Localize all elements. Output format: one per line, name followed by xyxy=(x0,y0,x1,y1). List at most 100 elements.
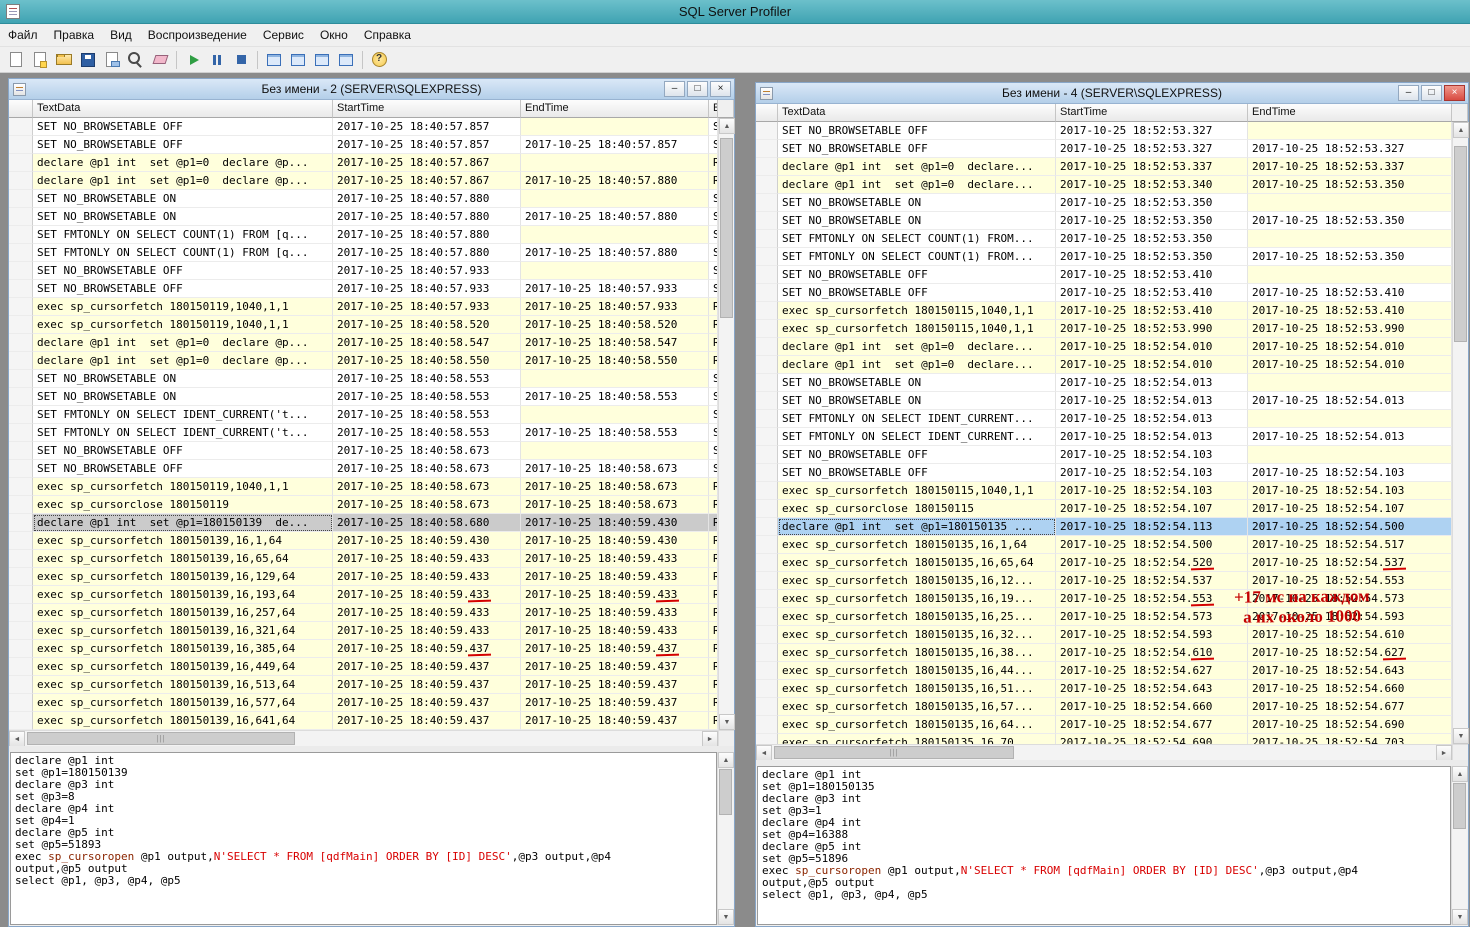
trace-row[interactable]: SET FMTONLY ON SELECT IDENT_CURRENT('t..… xyxy=(9,406,718,424)
trace-row[interactable]: SET NO_BROWSETABLE ON2017-10-25 18:52:53… xyxy=(756,212,1452,230)
trace-row[interactable]: SET NO_BROWSETABLE ON2017-10-25 18:40:57… xyxy=(9,190,718,208)
vertical-scrollbar[interactable]: ▲ ▼ xyxy=(1452,122,1468,744)
trace-row[interactable]: exec sp_cursorfetch 180150135,16,64...20… xyxy=(756,716,1452,734)
detail-scrollbar[interactable]: ▲ ▼ xyxy=(1451,766,1467,925)
trace-row[interactable]: declare @p1 int set @p1=0 declare @p...2… xyxy=(9,154,718,172)
trace-row[interactable]: exec sp_cursorfetch 180150139,16,193,642… xyxy=(9,586,718,604)
new-trace-icon[interactable] xyxy=(5,49,27,71)
trace-row[interactable]: SET NO_BROWSETABLE OFF2017-10-25 18:52:5… xyxy=(756,284,1452,302)
hscroll-track[interactable]: ||| xyxy=(25,731,702,746)
trace-row[interactable]: declare @p1 int set @p1=180150139 de...2… xyxy=(9,514,718,532)
trace-row[interactable]: SET FMTONLY ON SELECT IDENT_CURRENT...20… xyxy=(756,428,1452,446)
trace-row[interactable]: SET NO_BROWSETABLE ON2017-10-25 18:40:58… xyxy=(9,370,718,388)
trace-row[interactable]: exec sp_cursorfetch 180150139,16,577,642… xyxy=(9,694,718,712)
trace-row[interactable]: declare @p1 int set @p1=0 declare @p...2… xyxy=(9,352,718,370)
hscroll-track[interactable]: ||| xyxy=(772,745,1436,760)
column-header-endtime[interactable]: EndTime xyxy=(1248,104,1452,122)
trace-row[interactable]: SET NO_BROWSETABLE OFF2017-10-25 18:52:5… xyxy=(756,266,1452,284)
child-titlebar[interactable]: Без имени - 2 (SERVER\SQLEXPRESS) – □ × xyxy=(9,79,734,100)
trace-row[interactable]: SET NO_BROWSETABLE OFF2017-10-25 18:40:5… xyxy=(9,136,718,154)
trace-row[interactable]: exec sp_cursorfetch 180150139,16,321,642… xyxy=(9,622,718,640)
vscroll-thumb[interactable] xyxy=(720,138,733,318)
trace-row[interactable]: exec sp_cursorfetch 180150139,16,385,642… xyxy=(9,640,718,658)
trace-row[interactable]: SET NO_BROWSETABLE ON2017-10-25 18:52:53… xyxy=(756,194,1452,212)
trace-row[interactable]: exec sp_cursorfetch 180150135,16,51...20… xyxy=(756,680,1452,698)
column-header-textdata[interactable]: TextData xyxy=(778,104,1056,122)
trace-row[interactable]: exec sp_cursorfetch 180150135,16,65,6420… xyxy=(756,554,1452,572)
menu-item[interactable]: Окно xyxy=(312,25,356,45)
trace-grid[interactable]: SET NO_BROWSETABLE OFF2017-10-25 18:52:5… xyxy=(756,122,1452,744)
scroll-down-icon[interactable]: ▼ xyxy=(1453,728,1469,744)
window-tile-horizontal-icon[interactable] xyxy=(287,49,309,71)
minimize-button[interactable]: – xyxy=(1398,85,1419,101)
close-button[interactable]: × xyxy=(710,81,731,97)
trace-row[interactable]: exec sp_cursorclose 1801501152017-10-25 … xyxy=(756,500,1452,518)
column-header-e[interactable]: E xyxy=(709,100,718,118)
trace-row[interactable]: exec sp_cursorfetch 180150135,16,38...20… xyxy=(756,644,1452,662)
pause-trace-icon[interactable] xyxy=(206,49,228,71)
scroll-down-icon[interactable]: ▼ xyxy=(718,909,734,925)
trace-row[interactable]: SET FMTONLY ON SELECT COUNT(1) FROM [q..… xyxy=(9,244,718,262)
save-trace-icon[interactable] xyxy=(77,49,99,71)
clear-trace-icon[interactable] xyxy=(149,49,171,71)
detail-scroll-thumb[interactable] xyxy=(719,769,732,815)
hscroll-thumb[interactable]: ||| xyxy=(774,746,1014,759)
start-trace-icon[interactable] xyxy=(182,49,204,71)
trace-row[interactable]: SET NO_BROWSETABLE ON2017-10-25 18:40:57… xyxy=(9,208,718,226)
trace-row[interactable]: SET NO_BROWSETABLE OFF2017-10-25 18:52:5… xyxy=(756,122,1452,140)
trace-row[interactable]: exec sp_cursorclose 1801501192017-10-25 … xyxy=(9,496,718,514)
trace-row[interactable]: declare @p1 int set @p1=180150135 ...201… xyxy=(756,518,1452,536)
trace-row[interactable]: SET FMTONLY ON SELECT COUNT(1) FROM...20… xyxy=(756,248,1452,266)
horizontal-scrollbar[interactable]: ◄ ||| ► xyxy=(756,744,1468,760)
menu-item[interactable]: Сервис xyxy=(255,25,312,45)
scroll-down-icon[interactable]: ▼ xyxy=(719,714,735,730)
properties-icon[interactable] xyxy=(101,49,123,71)
window-tile-vertical-icon[interactable] xyxy=(311,49,333,71)
trace-row[interactable]: exec sp_cursorfetch 180150119,1040,1,120… xyxy=(9,478,718,496)
window-cascade-icon[interactable] xyxy=(263,49,285,71)
column-header-starttime[interactable]: StartTime xyxy=(1056,104,1248,122)
trace-row[interactable]: exec sp_cursorfetch 180150135,16,57...20… xyxy=(756,698,1452,716)
trace-row[interactable]: exec sp_cursorfetch 180150139,16,449,642… xyxy=(9,658,718,676)
trace-row[interactable]: SET NO_BROWSETABLE OFF2017-10-25 18:40:5… xyxy=(9,280,718,298)
scroll-up-icon[interactable]: ▲ xyxy=(1453,122,1469,138)
trace-row[interactable]: SET NO_BROWSETABLE OFF2017-10-25 18:40:5… xyxy=(9,460,718,478)
help-icon[interactable] xyxy=(368,49,390,71)
trace-row[interactable]: exec sp_cursorfetch 180150115,1040,1,120… xyxy=(756,302,1452,320)
horizontal-scrollbar[interactable]: ◄ ||| ► xyxy=(9,730,734,746)
trace-row[interactable]: exec sp_cursorfetch 180150139,16,129,642… xyxy=(9,568,718,586)
minimize-button[interactable]: – xyxy=(664,81,685,97)
trace-row[interactable]: SET NO_BROWSETABLE OFF2017-10-25 18:52:5… xyxy=(756,464,1452,482)
trace-row[interactable]: SET NO_BROWSETABLE ON2017-10-25 18:52:54… xyxy=(756,374,1452,392)
scroll-left-icon[interactable]: ◄ xyxy=(756,745,772,761)
trace-row[interactable]: SET NO_BROWSETABLE ON2017-10-25 18:40:58… xyxy=(9,388,718,406)
new-template-icon[interactable] xyxy=(29,49,51,71)
trace-row[interactable]: SET FMTONLY ON SELECT COUNT(1) FROM...20… xyxy=(756,230,1452,248)
trace-row[interactable]: SET NO_BROWSETABLE OFF2017-10-25 18:52:5… xyxy=(756,446,1452,464)
trace-row[interactable]: exec sp_cursorfetch 180150139,16,513,642… xyxy=(9,676,718,694)
detail-scroll-thumb[interactable] xyxy=(1453,783,1466,829)
trace-row[interactable]: SET NO_BROWSETABLE OFF2017-10-25 18:40:5… xyxy=(9,442,718,460)
menu-item[interactable]: Правка xyxy=(46,25,103,45)
menu-item[interactable]: Вид xyxy=(102,25,140,45)
trace-row[interactable]: SET NO_BROWSETABLE OFF2017-10-25 18:52:5… xyxy=(756,140,1452,158)
menu-item[interactable]: Файл xyxy=(0,25,46,45)
hscroll-thumb[interactable]: ||| xyxy=(27,732,295,745)
trace-row[interactable]: declare @p1 int set @p1=0 declare @p...2… xyxy=(9,334,718,352)
trace-row[interactable]: declare @p1 int set @p1=0 declare @p...2… xyxy=(9,172,718,190)
scroll-right-icon[interactable]: ► xyxy=(1436,745,1452,761)
trace-row[interactable]: declare @p1 int set @p1=0 declare...2017… xyxy=(756,158,1452,176)
trace-row[interactable]: exec sp_cursorfetch 180150135,16,1,64201… xyxy=(756,536,1452,554)
sql-detail-pane[interactable]: declare @p1 intset @p1=180150135declare … xyxy=(757,766,1451,925)
trace-row[interactable]: exec sp_cursorfetch 180150115,1040,1,120… xyxy=(756,482,1452,500)
close-button[interactable]: × xyxy=(1444,85,1465,101)
scroll-up-icon[interactable]: ▲ xyxy=(1452,766,1468,782)
sql-detail-pane[interactable]: declare @p1 intset @p1=180150139declare … xyxy=(10,752,717,925)
trace-row[interactable]: exec sp_cursorfetch 180150115,1040,1,120… xyxy=(756,320,1452,338)
find-icon[interactable] xyxy=(125,49,147,71)
open-trace-icon[interactable] xyxy=(53,49,75,71)
scroll-down-icon[interactable]: ▼ xyxy=(1452,909,1468,925)
column-header-starttime[interactable]: StartTime xyxy=(333,100,521,118)
trace-row[interactable]: SET FMTONLY ON SELECT IDENT_CURRENT('t..… xyxy=(9,424,718,442)
restore-button[interactable]: □ xyxy=(687,81,708,97)
